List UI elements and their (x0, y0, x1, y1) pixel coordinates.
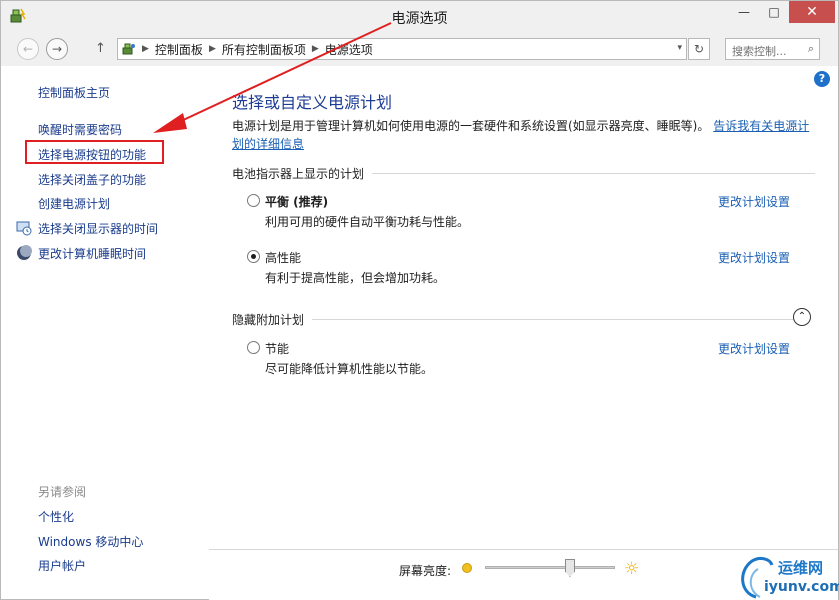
sidebar-link-display-off[interactable]: 选择关闭显示器的时间 (16, 220, 158, 237)
see-also-personalization[interactable]: 个性化 (38, 508, 74, 525)
control-panel-home-link[interactable]: 控制面板主页 (38, 84, 110, 101)
navigation-bar: ← → ↑ ▶ 控制面板 ▶ 所有控制面板项 ▶ 电源选项 ▾ ↻ 搜索控制..… (1, 32, 838, 66)
page-title: 选择或自定义电源计划 (232, 93, 393, 112)
plan-power-saver-radio[interactable] (247, 341, 260, 354)
refresh-button[interactable]: ↻ (688, 38, 710, 60)
plan-power-saver-name: 节能 (265, 342, 290, 356)
brightness-slider-track[interactable] (485, 566, 615, 569)
minimize-button[interactable]: — (729, 1, 759, 23)
change-plan-high-performance-link[interactable]: 更改计划设置 (718, 249, 790, 266)
plan-high-performance-desc: 有利于提高性能，但会增加功耗。 (265, 271, 446, 285)
watermark-text-en: iyunv.com (764, 579, 839, 595)
breadcrumb-separator[interactable]: ▶ (209, 44, 216, 54)
sidebar-link-lid-close[interactable]: 选择关闭盖子的功能 (38, 171, 146, 188)
breadcrumb-separator: ▶ (142, 44, 149, 54)
plan-balanced-name: 平衡 (推荐) (265, 195, 329, 209)
window-title: 电源选项 (391, 11, 448, 27)
page-description: 电源计划是用于管理计算机如何使用电源的一套硬件和系统设置(如显示器亮度、睡眠等)… (232, 117, 812, 153)
power-options-window: 电源选项 — □ ✕ ← → ↑ ▶ 控制面板 ▶ 所有控制面板项 ▶ 电源选项… (0, 0, 839, 600)
divider (312, 319, 799, 320)
maximize-button[interactable]: □ (759, 1, 789, 23)
hidden-plans-title: 隐藏附加计划 (232, 313, 305, 327)
hidden-plans-header[interactable]: 隐藏附加计划 (232, 311, 799, 328)
shown-plans-header: 电池指示器上显示的计划 (232, 165, 815, 182)
dim-sun-icon (462, 563, 472, 573)
watermark-logo: 运维网 iyunv.com (734, 553, 839, 599)
address-dropdown-icon[interactable]: ▾ (677, 43, 682, 53)
plan-high-performance-name: 高性能 (265, 251, 302, 265)
forward-button[interactable]: → (46, 38, 68, 60)
sidebar-link-sleep-time-label: 更改计算机睡眠时间 (38, 247, 147, 261)
breadcrumb-control-panel[interactable]: 控制面板 (155, 41, 203, 58)
up-button[interactable]: ↑ (95, 41, 106, 56)
breadcrumb-power-options[interactable]: 电源选项 (325, 41, 373, 58)
address-bar[interactable]: ▶ 控制面板 ▶ 所有控制面板项 ▶ 电源选项 ▾ (117, 38, 687, 60)
annotation-highlight-box (25, 140, 164, 164)
see-also-user-accounts[interactable]: 用户帐户 (38, 557, 86, 574)
control-panel-icon (122, 43, 135, 55)
back-button[interactable]: ← (17, 38, 39, 60)
main-content: 选择或自定义电源计划 电源计划是用于管理计算机如何使用电源的一套硬件和系统设置(… (209, 66, 838, 600)
search-input[interactable]: 搜索控制... ⌕ (725, 38, 820, 60)
title-bar: 电源选项 — □ ✕ (1, 1, 838, 32)
change-plan-power-saver-link[interactable]: 更改计划设置 (718, 340, 790, 357)
collapse-hidden-plans-button[interactable]: ⌃ (793, 308, 811, 326)
sidebar-link-display-off-label: 选择关闭显示器的时间 (38, 222, 159, 236)
search-placeholder: 搜索控制... (732, 45, 787, 58)
sidebar-link-create-plan[interactable]: 创建电源计划 (38, 195, 110, 212)
shown-plans-title: 电池指示器上显示的计划 (232, 167, 365, 181)
breadcrumb-all-items[interactable]: 所有控制面板项 (222, 41, 306, 58)
see-also-heading: 另请参阅 (38, 485, 87, 499)
description-text: 电源计划是用于管理计算机如何使用电源的一套硬件和系统设置(如显示器亮度、睡眠等)… (232, 119, 710, 133)
see-also-mobility-center[interactable]: Windows 移动中心 (38, 533, 143, 550)
sidebar-link-wake-password[interactable]: 唤醒时需要密码 (38, 121, 122, 138)
sidebar-link-sleep-time[interactable]: 更改计算机睡眠时间 (16, 245, 146, 262)
plan-high-performance-radio[interactable] (247, 250, 260, 263)
divider (372, 173, 815, 174)
search-icon[interactable]: ⌕ (808, 42, 814, 56)
bright-sun-icon: ☼ (624, 559, 640, 579)
brightness-slider-thumb[interactable] (565, 559, 575, 577)
close-button[interactable]: ✕ (789, 1, 835, 23)
plan-balanced-desc: 利用可用的硬件自动平衡功耗与性能。 (265, 215, 470, 229)
plan-power-saver-desc: 尽可能降低计算机性能以节能。 (265, 362, 434, 376)
monitor-clock-icon (16, 221, 32, 236)
breadcrumb-separator[interactable]: ▶ (312, 44, 319, 54)
moon-icon (17, 245, 32, 260)
brightness-label: 屏幕亮度: (399, 564, 452, 578)
change-plan-balanced-link[interactable]: 更改计划设置 (718, 193, 790, 210)
plan-balanced-radio[interactable] (247, 194, 260, 207)
watermark-text-cn: 运维网 (778, 559, 824, 577)
